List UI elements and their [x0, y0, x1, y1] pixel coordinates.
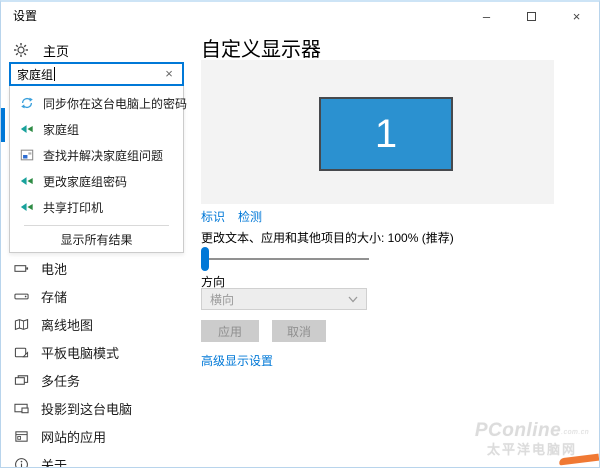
monitor-number: 1 [375, 112, 397, 157]
watermark-subtitle: 太平洋电脑网 [469, 442, 595, 457]
page-title: 自定义显示器 [201, 33, 321, 62]
maximize-icon[interactable] [509, 2, 554, 30]
about-icon [14, 457, 29, 468]
close-icon[interactable]: × [554, 2, 599, 30]
sidebar-item-about[interactable]: 关于 [1, 450, 193, 468]
troubleshoot-icon [20, 148, 34, 162]
chevron-down-icon [348, 296, 358, 303]
sidebar-item-battery[interactable]: 电池 [1, 254, 193, 282]
orientation-dropdown[interactable]: 横向 [201, 288, 367, 310]
homegroup-icon [20, 200, 34, 214]
search-suggestions-dropdown: 同步你在这台电脑上的密码 家庭组 查找并解决家庭组问题 [9, 86, 184, 253]
watermark-swoosh [559, 454, 600, 466]
titlebar: 设置 – × [1, 2, 599, 30]
homegroup-icon [20, 122, 34, 136]
suggestion-sync-passwords[interactable]: 同步你在这台电脑上的密码 [10, 90, 183, 116]
text-caret [54, 67, 55, 81]
search-area: 家庭组 × 同步你在这台电脑上的密码 家庭组 [9, 62, 184, 253]
pconline-watermark: PConline.com.cn 太平洋电脑网 [469, 422, 595, 457]
monitor-1-preview[interactable]: 1 [319, 97, 453, 171]
tablet-mode-icon [14, 345, 29, 360]
minimize-icon[interactable]: – [464, 2, 509, 30]
settings-window: 设置 – × 主页 电源和睡眠 [0, 0, 600, 468]
sidebar-item-tablet-mode[interactable]: 平板电脑模式 [1, 338, 193, 366]
clear-search-icon[interactable]: × [161, 66, 177, 82]
suggestion-change-homegroup-password[interactable]: 更改家庭组密码 [10, 168, 183, 194]
maximize-glyph [527, 12, 536, 21]
multitasking-icon [14, 373, 29, 388]
scaling-slider[interactable] [201, 247, 369, 271]
sidebar-item-web-apps[interactable]: 网站的应用 [1, 422, 193, 450]
action-buttons: 应用 取消 [201, 320, 326, 342]
advanced-display-settings-link[interactable]: 高级显示设置 [201, 352, 273, 369]
show-all-results[interactable]: 显示所有结果 [10, 226, 183, 252]
identify-detect-row: 标识 检测 [201, 208, 262, 225]
storage-icon [14, 289, 29, 304]
battery-icon [14, 261, 29, 276]
sidebar-item-multitasking[interactable]: 多任务 [1, 366, 193, 394]
display-preview-panel: 1 [201, 60, 554, 204]
sync-icon [20, 96, 34, 110]
cancel-button[interactable]: 取消 [272, 320, 326, 342]
apply-button[interactable]: 应用 [201, 320, 259, 342]
window-title: 设置 [13, 7, 37, 24]
orientation-value: 横向 [210, 291, 348, 308]
sidebar-item-label: 主页 [43, 41, 69, 60]
window-controls: – × [464, 2, 599, 30]
watermark-brand: PConline [475, 420, 561, 441]
suggestion-share-printers[interactable]: 共享打印机 [10, 194, 183, 220]
suggestion-troubleshoot-homegroup[interactable]: 查找并解决家庭组问题 [10, 142, 183, 168]
slider-thumb[interactable] [201, 247, 209, 271]
sidebar-item-projecting[interactable]: 投影到这台电脑 [1, 394, 193, 422]
offline-maps-icon [14, 317, 29, 332]
sidebar-item-offline-maps[interactable]: 离线地图 [1, 310, 193, 338]
suggestion-homegroup[interactable]: 家庭组 [10, 116, 183, 142]
slider-track[interactable] [201, 258, 369, 260]
scaling-label: 更改文本、应用和其他项目的大小: 100% (推荐) [201, 229, 454, 246]
search-input[interactable]: 家庭组 × [9, 62, 184, 86]
watermark-suffix: .com.cn [561, 429, 589, 436]
gear-icon [13, 42, 29, 58]
sidebar-selected-indicator [1, 108, 5, 142]
web-apps-icon [14, 429, 29, 444]
project-icon [14, 401, 29, 416]
detect-link[interactable]: 检测 [238, 208, 262, 225]
identify-link[interactable]: 标识 [201, 208, 225, 225]
homegroup-icon [20, 174, 34, 188]
sidebar-item-storage[interactable]: 存储 [1, 282, 193, 310]
search-value: 家庭组 [17, 66, 53, 83]
